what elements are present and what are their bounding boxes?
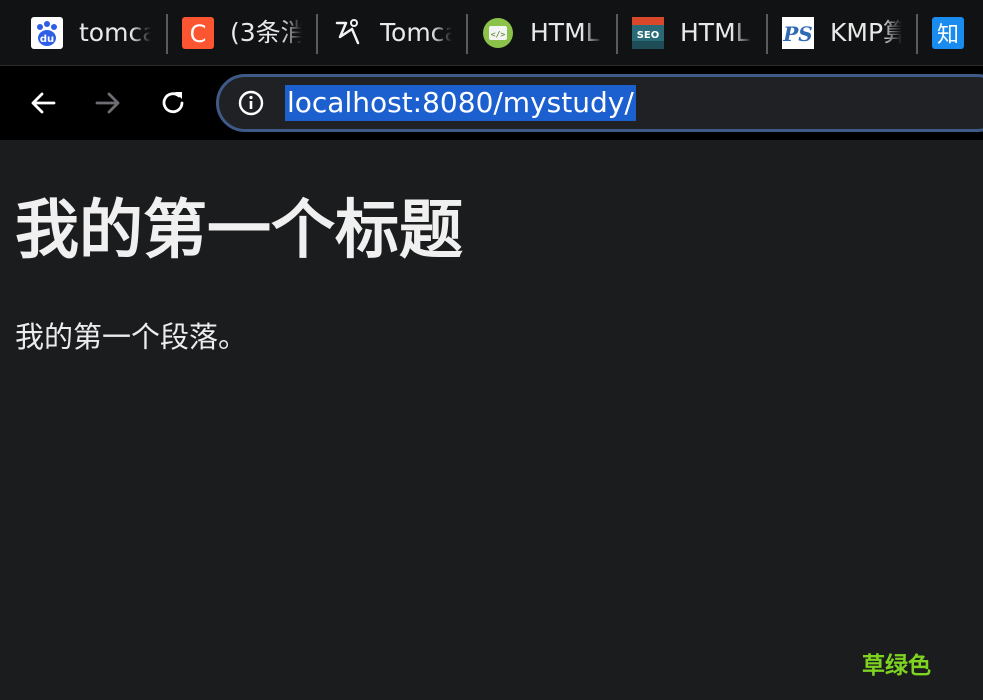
arrow-right-icon xyxy=(95,92,120,114)
svg-text:C: C xyxy=(190,20,207,48)
tab-tomcat-baidu[interactable]: du tomca xyxy=(31,0,151,65)
tab-label: (3条消 xyxy=(230,18,302,47)
tab-separator xyxy=(466,14,468,54)
tab-label: HTML xyxy=(530,18,600,47)
reload-button[interactable] xyxy=(153,83,193,123)
seo-icon: SEO xyxy=(632,17,664,49)
tab-separator xyxy=(316,14,318,54)
svg-text:知: 知 xyxy=(937,23,959,48)
tab-strip: du tomca C (3条消 Tomca </> HTML SEO HTML … xyxy=(0,0,983,66)
address-bar[interactable]: localhost:8080/mystudy/ xyxy=(216,74,983,132)
tab-separator xyxy=(616,14,618,54)
url-text[interactable]: localhost:8080/mystudy/ xyxy=(285,85,636,121)
zhihu-icon: 知 xyxy=(932,17,964,49)
page-paragraph: 我的第一个段落。 xyxy=(15,320,248,354)
tab-tomcat[interactable]: Tomca xyxy=(332,0,452,65)
color-watermark: 草绿色 xyxy=(862,653,931,679)
tab-html-2[interactable]: SEO HTML xyxy=(632,0,752,65)
svg-text:du: du xyxy=(40,34,54,45)
tab-separator xyxy=(766,14,768,54)
page-content: 我的第一个标题 我的第一个段落。 xyxy=(0,141,983,700)
csdn-c-icon: C xyxy=(182,17,214,49)
arrow-left-icon xyxy=(31,92,56,114)
tab-label: KMP算 xyxy=(830,18,902,47)
runner-logo-icon xyxy=(332,17,364,49)
reload-icon xyxy=(162,92,184,114)
svg-text:</>: </> xyxy=(491,30,506,39)
tab-label: tomca xyxy=(79,18,151,47)
forward-button[interactable] xyxy=(88,83,128,123)
tab-zhihu[interactable]: 知 xyxy=(932,0,964,65)
tab-label: HTML xyxy=(680,18,750,47)
tab-kmp[interactable]: PS KMP算 xyxy=(782,0,902,65)
baidu-paw-icon: du xyxy=(31,17,63,49)
ps-icon: PS xyxy=(782,17,814,49)
tab-csdn[interactable]: C (3条消 xyxy=(182,0,302,65)
tab-label: Tomca xyxy=(380,18,452,47)
tab-separator xyxy=(916,14,918,54)
html-code-icon: </> xyxy=(482,17,514,49)
tab-html-1[interactable]: </> HTML xyxy=(482,0,602,65)
back-button[interactable] xyxy=(23,83,63,123)
tab-separator xyxy=(166,14,168,54)
svg-text:PS: PS xyxy=(782,22,812,46)
browser-toolbar: localhost:8080/mystudy/ xyxy=(0,66,983,140)
page-heading: 我的第一个标题 xyxy=(15,194,463,268)
info-icon[interactable] xyxy=(237,89,265,117)
svg-text:SEO: SEO xyxy=(637,30,660,41)
